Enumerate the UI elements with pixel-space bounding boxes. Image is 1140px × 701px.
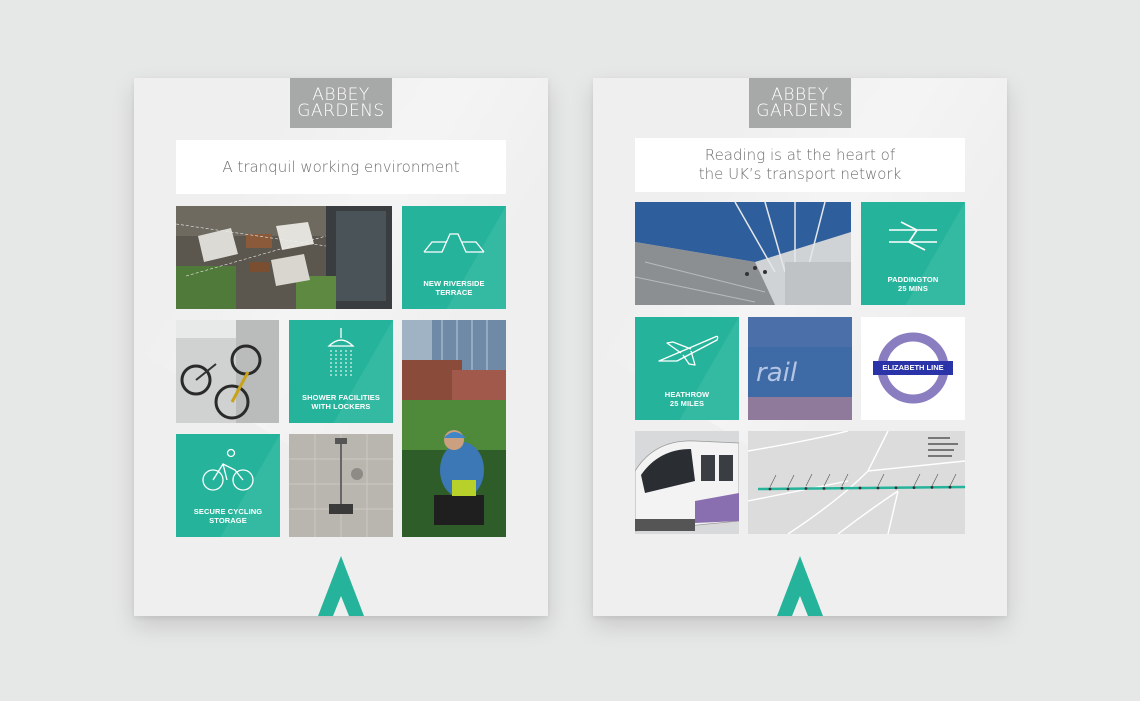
secure-cycling-tile: SECURE CYCLING STORAGE — [176, 434, 280, 537]
reading-station-photo — [635, 202, 851, 305]
shower-icon — [327, 328, 355, 376]
brochure-page-right: ABBEY GARDENS Reading is at the heart of… — [593, 78, 1007, 616]
a-chevron-mark — [318, 556, 364, 616]
heathrow-tile: HEATHROW 25 MILES — [635, 317, 739, 420]
elizabeth-line-label: ELIZABETH LINE — [882, 363, 944, 372]
terrace-photo — [176, 206, 392, 309]
abbey-gardens-logo: ABBEY GARDENS — [290, 78, 392, 128]
brochure-page-left: ABBEY GARDENS A tranquil working environ… — [134, 78, 548, 616]
bike-storage-photo — [176, 320, 279, 423]
page-title: Reading is at the heart of the UK’s tran… — [635, 138, 965, 192]
riverside-terrace-tile: NEW RIVERSIDE TERRACE — [402, 206, 506, 309]
tile-label: PADDINGTON 25 MINS — [887, 275, 939, 293]
shower-room-photo — [289, 434, 393, 537]
shower-facilities-tile: SHOWER FACILITIES WITH LOCKERS — [289, 320, 393, 423]
train-livery-photo: rail — [748, 317, 852, 420]
page-title: A tranquil working environment — [176, 140, 506, 194]
tile-label: NEW RIVERSIDE TERRACE — [423, 279, 485, 297]
a-chevron-mark — [777, 556, 823, 616]
airplane-icon — [658, 335, 719, 366]
tile-label: HEATHROW 25 MILES — [664, 390, 710, 408]
route-map — [748, 431, 965, 534]
paddington-tile: PADDINGTON 25 MINS — [861, 202, 965, 305]
cyclist-riverside-photo — [402, 320, 506, 537]
tile-label: SHOWER FACILITIES WITH LOCKERS — [302, 393, 380, 411]
train-sign-text: rail — [756, 358, 798, 388]
elizabeth-line-roundel-tile: ELIZABETH LINE — [861, 317, 965, 420]
elizabeth-train-photo — [635, 431, 739, 534]
national-rail-icon — [889, 221, 937, 251]
tile-label: SECURE CYCLING STORAGE — [193, 507, 263, 525]
cyclist-icon — [202, 448, 254, 491]
abbey-gardens-logo: ABBEY GARDENS — [749, 78, 851, 128]
terrace-icon — [423, 233, 485, 253]
